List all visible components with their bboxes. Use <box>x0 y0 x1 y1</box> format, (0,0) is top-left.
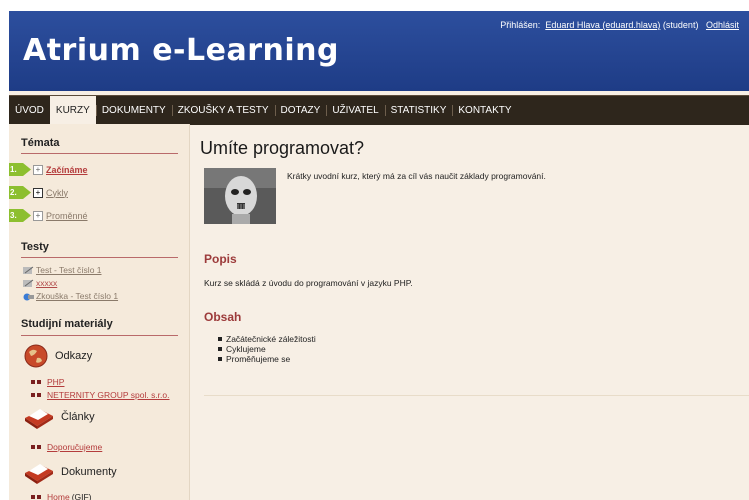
step-arrow-icon: 2. <box>9 186 31 199</box>
nav-item-statistiky[interactable]: STATISTIKY <box>384 96 453 125</box>
user-bar: Přihlášen: Eduard Hlava (eduard.hlava) (… <box>500 20 739 30</box>
material-link-php[interactable]: PHP <box>47 377 64 387</box>
exam-icon <box>23 293 34 300</box>
group-label: Články <box>61 411 95 423</box>
step-arrow-icon: 1. <box>9 163 31 176</box>
logout-link[interactable]: Odhlásit <box>706 20 739 30</box>
test-link-2[interactable]: xxxxx <box>36 278 57 288</box>
topic-item-1[interactable]: 1. + Začínáme <box>9 163 88 176</box>
popis-heading: Popis <box>204 252 237 266</box>
popis-text: Kurz se skládá z úvodu do programování v… <box>204 278 413 288</box>
materials-heading: Studijní materiály <box>21 318 113 330</box>
test-link-3[interactable]: Zkouška - Test číslo 1 <box>36 291 118 301</box>
expand-icon[interactable]: + <box>33 187 43 198</box>
list-item: Cyklujeme <box>218 344 316 354</box>
material-link-item[interactable]: Doporučujeme <box>31 442 102 452</box>
obsah-heading: Obsah <box>204 310 242 324</box>
obsah-list: Začátečnické záležitosti Cyklujeme Promě… <box>218 334 316 364</box>
material-link-item[interactable]: NETERNITY GROUP spol. s.r.o. <box>31 390 170 400</box>
group-label: Dokumenty <box>61 466 117 478</box>
course-title: Umíte programovat? <box>200 138 365 158</box>
nav-item-uzivatel[interactable]: UŽIVATEL <box>326 96 384 125</box>
nav-item-dotazy[interactable]: DOTAZY <box>274 96 327 125</box>
book-icon <box>25 409 53 429</box>
nav-item-uvod[interactable]: ÚVOD <box>9 96 50 125</box>
main-nav: ÚVOD KURZY DOKUMENTY ZKOUŠKY A TESTY DOT… <box>9 95 749 125</box>
robot-face-image <box>204 168 276 224</box>
page: Atrium e-Learning Přihlášen: Eduard Hlav… <box>9 11 749 500</box>
material-link-item[interactable]: PHP <box>31 377 64 387</box>
material-link-home[interactable]: Home <box>47 492 70 500</box>
materials-group-dokumenty: Dokumenty <box>23 459 117 485</box>
nav-item-kontakty[interactable]: KONTAKTY <box>452 96 517 125</box>
topic-item-3[interactable]: 3. + Proměnné <box>9 209 88 222</box>
tests-heading: Testy <box>21 241 49 253</box>
materials-divider <box>21 335 178 336</box>
materials-group-clanky: Články <box>23 404 95 430</box>
test-icon <box>23 266 34 274</box>
material-link-item[interactable]: Home (GIF) <box>31 492 92 500</box>
expand-icon[interactable]: + <box>33 164 43 175</box>
globe-icon <box>24 344 48 368</box>
material-link-doporucujeme[interactable]: Doporučujeme <box>47 442 102 452</box>
topic-link-zaciname[interactable]: Začínáme <box>46 165 88 175</box>
group-label: Odkazy <box>55 350 93 362</box>
test-item[interactable]: xxxxx <box>23 278 57 288</box>
user-profile-link[interactable]: Eduard Hlava (eduard.hlava) <box>545 20 660 30</box>
topics-divider <box>21 153 178 154</box>
material-link-neternity[interactable]: NETERNITY GROUP spol. s.r.o. <box>47 390 170 400</box>
book-icon <box>25 464 53 484</box>
file-type-label: (GIF) <box>71 492 92 500</box>
sidebar: Témata 1. + Začínáme 2. + Cykly 3. + Pro <box>9 124 190 500</box>
topics-heading: Témata <box>21 137 60 149</box>
logged-in-label: Přihlášen: <box>500 20 541 30</box>
content-divider <box>204 395 749 396</box>
header: Atrium e-Learning Přihlášen: Eduard Hlav… <box>9 11 749 91</box>
user-role: (student) <box>662 20 699 30</box>
step-arrow-icon: 3. <box>9 209 31 222</box>
main-content: Umíte programovat? Krátky uvodní kurz, k… <box>190 124 749 500</box>
topic-link-promenne[interactable]: Proměnné <box>46 211 88 221</box>
site-title: Atrium e-Learning <box>23 33 339 68</box>
nav-item-kurzy[interactable]: KURZY <box>49 96 96 125</box>
nav-item-zkousky[interactable]: ZKOUŠKY A TESTY <box>171 96 275 125</box>
list-item: Začátečnické záležitosti <box>218 334 316 344</box>
nav-item-dokumenty[interactable]: DOKUMENTY <box>95 96 172 125</box>
tests-divider <box>21 257 178 258</box>
test-icon <box>23 279 34 287</box>
expand-icon[interactable]: + <box>33 210 43 221</box>
topic-link-cykly[interactable]: Cykly <box>46 188 68 198</box>
course-image <box>204 168 276 224</box>
list-item: Proměňujeme se <box>218 354 316 364</box>
course-description: Krátky uvodní kurz, který má za cíl vás … <box>287 171 546 181</box>
test-item[interactable]: Test - Test číslo 1 <box>23 265 102 275</box>
test-item[interactable]: Zkouška - Test číslo 1 <box>23 291 118 301</box>
materials-group-odkazy: Odkazy <box>23 343 92 369</box>
test-link-1[interactable]: Test - Test číslo 1 <box>36 265 102 275</box>
topic-item-2[interactable]: 2. + Cykly <box>9 186 68 199</box>
